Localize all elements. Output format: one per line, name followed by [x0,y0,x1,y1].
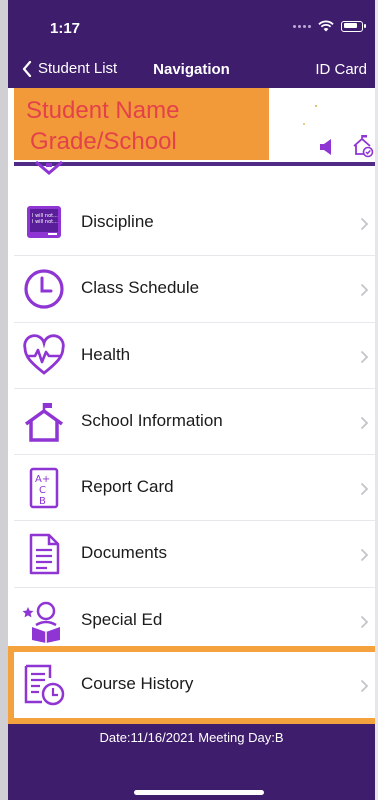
clock-icon [24,269,64,309]
speaker-icon[interactable] [319,138,333,156]
menu-item-label: Course History [81,674,194,693]
chalkboard-text-2: I will not... [32,219,58,225]
navigation-menu: I will not... I will not... Discipline C… [14,190,375,655]
device-frame-left [0,0,8,800]
menu-item-label: Special Ed [81,609,163,629]
decorative-dot [303,123,305,125]
grades-icon: A+ C B [29,467,59,509]
menu-item-health[interactable]: Health [14,322,375,389]
menu-item-special-ed[interactable]: Special Ed [14,587,375,655]
chevron-right-icon [360,350,369,363]
footer-date-info: Date:11/16/2021 Meeting Day:B [99,730,284,745]
heart-pulse-icon [23,333,65,375]
partial-menu-icon [35,160,63,175]
document-icon [29,534,60,575]
menu-item-label: Documents [81,543,167,563]
chevron-right-icon [360,615,369,628]
menu-item-class-schedule[interactable]: Class Schedule [14,256,375,323]
id-card-button[interactable]: ID Card [315,61,367,78]
status-icons [293,20,366,32]
menu-item-documents[interactable]: Documents [14,521,375,588]
menu-item-label: School Information [81,410,223,430]
chevron-right-icon [360,217,369,231]
footer-bar: Date:11/16/2021 Meeting Day:B [8,724,375,800]
student-banner: Student Name Grade/School [8,88,375,166]
menu-item-label: Health [81,344,131,364]
highlight-band: Course History [8,646,375,724]
chevron-right-icon [360,284,369,297]
chevron-right-icon [360,549,369,562]
school-status-icon[interactable] [352,134,374,158]
course-history-icon [24,664,65,706]
student-name: Student Name [26,97,180,124]
status-time: 1:17 [50,20,81,37]
wifi-icon [318,20,334,32]
app-screen: 1:17 Student List Navigation ID Card Stu… [8,0,375,800]
decorative-dot [315,105,317,107]
chevron-right-icon [360,416,369,430]
grade-c-text: C [39,485,46,496]
school-building-icon [24,402,64,442]
chevron-right-icon [360,679,369,693]
banner-divider [14,162,375,166]
home-indicator[interactable] [134,790,264,795]
student-reading-icon [22,601,60,643]
grade-b-text: B [39,496,46,507]
top-bar: 1:17 Student List Navigation ID Card [8,0,375,90]
menu-item-label: Class Schedule [81,278,200,298]
chevron-right-icon [360,483,369,496]
battery-icon [341,20,366,32]
menu-item-course-history[interactable]: Course History [14,652,375,718]
grade-a-text: A+ [35,474,50,485]
menu-item-school-information[interactable]: School Information [14,388,375,456]
menu-item-report-card[interactable]: A+ C B Report Card [14,455,375,522]
menu-item-label: Discipline [81,212,154,231]
menu-item-discipline[interactable]: I will not... I will not... Discipline [14,190,375,257]
chalkboard-icon: I will not... I will not... [27,206,61,238]
signal-dots-icon [293,24,311,28]
student-grade-school: Grade/School [30,128,177,155]
student-name-box: Student Name Grade/School [14,88,269,160]
menu-item-label: Report Card [81,477,174,497]
